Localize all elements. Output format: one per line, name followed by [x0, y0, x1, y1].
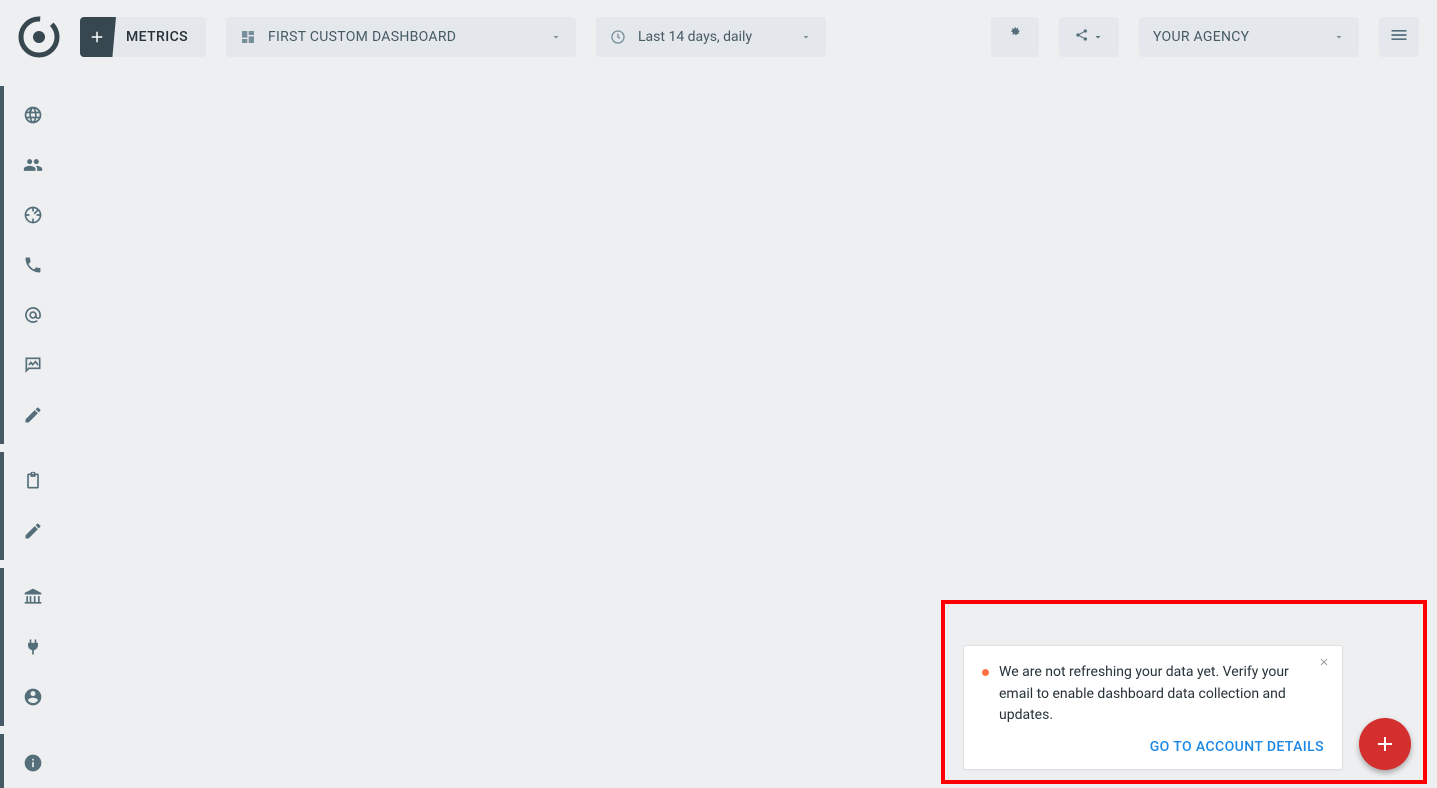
- sidebar-item-info[interactable]: [4, 738, 62, 788]
- dashboard-name: FIRST CUSTOM DASHBOARD: [268, 29, 538, 45]
- share-icon: [1074, 27, 1090, 47]
- account-icon: [23, 687, 43, 707]
- caret-down-icon: [1333, 31, 1345, 43]
- sidebar-item-reports[interactable]: [4, 456, 62, 506]
- globe-icon: [23, 105, 43, 125]
- clipboard-icon: [23, 471, 43, 491]
- sidebar-item-edit[interactable]: [4, 390, 62, 440]
- go-to-account-details-link[interactable]: GO TO ACCOUNT DETAILS: [982, 739, 1324, 755]
- image-message-icon: [23, 355, 43, 375]
- plug-icon: [23, 637, 43, 657]
- share-button[interactable]: [1059, 17, 1119, 57]
- dashboard-icon: [240, 29, 256, 45]
- caret-down-icon: [550, 31, 562, 43]
- add-fab-button[interactable]: [1359, 718, 1411, 770]
- top-bar: METRICS FIRST CUSTOM DASHBOARD Last 14 d…: [0, 0, 1437, 74]
- add-metrics-button[interactable]: METRICS: [80, 17, 206, 57]
- target-icon: [23, 205, 43, 225]
- agency-selector[interactable]: YOUR AGENCY: [1139, 17, 1359, 57]
- bug-icon: [1005, 25, 1025, 49]
- status-dot-icon: [982, 669, 989, 676]
- close-icon: [1318, 656, 1330, 668]
- caret-down-icon: [800, 31, 812, 43]
- group-icon: [23, 155, 43, 175]
- sidebar-item-email[interactable]: [4, 290, 62, 340]
- sidebar-item-globe[interactable]: [4, 90, 62, 140]
- plus-icon: [80, 17, 116, 57]
- sidebar-item-edit-2[interactable]: [4, 506, 62, 556]
- notification-message: We are not refreshing your data yet. Ver…: [999, 662, 1324, 727]
- clock-icon: [610, 29, 626, 45]
- dashboard-selector[interactable]: FIRST CUSTOM DASHBOARD: [226, 17, 576, 57]
- plus-icon: [1373, 732, 1397, 756]
- app-logo: [18, 16, 60, 58]
- sidebar-item-reviews[interactable]: [4, 340, 62, 390]
- phone-icon: [23, 255, 43, 275]
- sidebar-item-integrations[interactable]: [4, 622, 62, 672]
- main-menu-button[interactable]: [1379, 17, 1419, 57]
- sidebar-item-account[interactable]: [4, 672, 62, 722]
- date-range-text: Last 14 days, daily: [638, 29, 788, 45]
- metrics-label: METRICS: [116, 29, 206, 45]
- hamburger-icon: [1389, 25, 1409, 49]
- close-notification-button[interactable]: [1318, 656, 1330, 672]
- caret-down-icon: [1092, 28, 1104, 47]
- sidebar: [0, 86, 62, 788]
- edit-icon: [23, 405, 43, 425]
- at-icon: [23, 305, 43, 325]
- sidebar-item-billing[interactable]: [4, 572, 62, 622]
- bank-icon: [23, 587, 43, 607]
- verify-email-notification: We are not refreshing your data yet. Ver…: [963, 645, 1343, 770]
- info-icon: [23, 753, 43, 773]
- theme-toggle-button[interactable]: [991, 17, 1039, 57]
- sidebar-item-phone[interactable]: [4, 240, 62, 290]
- agency-name: YOUR AGENCY: [1153, 29, 1321, 45]
- sidebar-item-target[interactable]: [4, 190, 62, 240]
- date-range-selector[interactable]: Last 14 days, daily: [596, 17, 826, 57]
- edit-icon: [23, 521, 43, 541]
- sidebar-item-group[interactable]: [4, 140, 62, 190]
